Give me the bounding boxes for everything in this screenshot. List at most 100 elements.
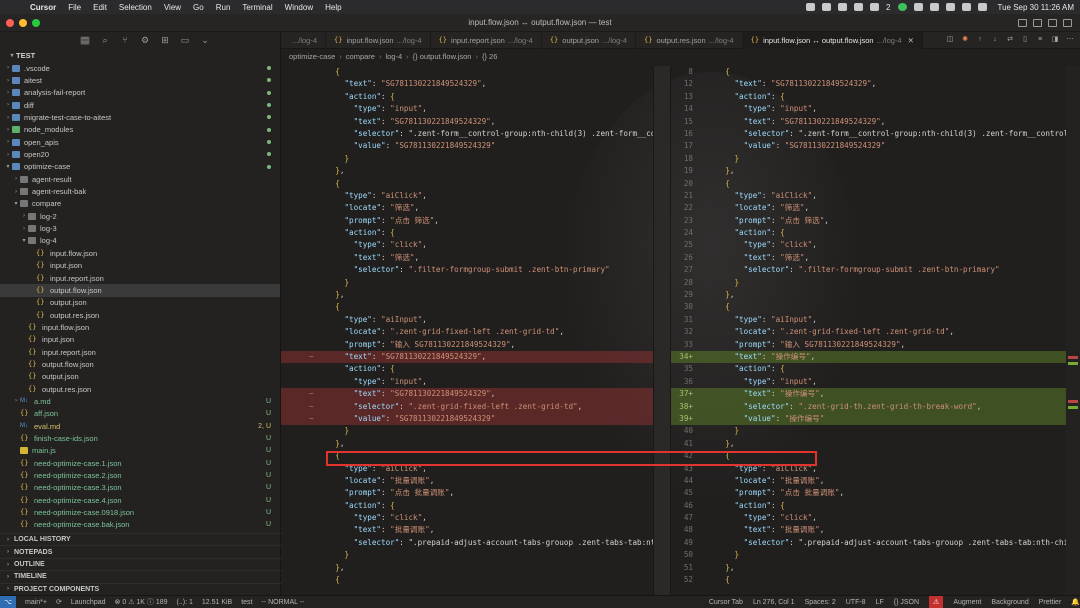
code-line[interactable]: },: [281, 289, 653, 301]
code-line[interactable]: "action": {: [281, 500, 653, 512]
tree-item[interactable]: {} output.res.json: [0, 383, 280, 395]
code-line[interactable]: 16 "selector": ".zent-form__control-grou…: [671, 128, 1080, 140]
swap-diff-icon[interactable]: ⇄: [1006, 36, 1014, 44]
tree-item[interactable]: {} aff.json U: [0, 408, 280, 420]
code-line[interactable]: }: [281, 277, 653, 289]
breadcrumb-item[interactable]: log-4: [385, 52, 402, 61]
code-line[interactable]: },: [281, 165, 653, 177]
tree-item[interactable]: › M↓ a.md U: [0, 395, 280, 407]
code-line[interactable]: 27 "selector": ".filter-formgroup-submit…: [671, 264, 1080, 276]
augment-status[interactable]: Augment: [953, 599, 981, 606]
tree-item[interactable]: › open20: [0, 148, 280, 160]
tree-item[interactable]: {} need-optimize-case.1.json U: [0, 457, 280, 469]
code-line[interactable]: },: [281, 562, 653, 574]
background-status[interactable]: Background: [991, 599, 1028, 606]
problems-count[interactable]: ⊗ 0 ⚠ 1K ⓘ 189: [115, 597, 168, 607]
tree-item[interactable]: main.js U: [0, 445, 280, 457]
tree-item[interactable]: {} output.json: [0, 297, 280, 309]
menu-file[interactable]: File: [68, 3, 81, 12]
tree-item[interactable]: › .vscode: [0, 62, 280, 74]
code-line[interactable]: 49 "selector": ".prepaid-adjust-account-…: [671, 537, 1080, 549]
close-tab-icon[interactable]: ✕: [908, 36, 914, 45]
editor-tab[interactable]: {} input.flow.json ↔ output.flow.json .../…: [742, 32, 923, 49]
code-line[interactable]: 52 {: [671, 574, 1080, 586]
code-line[interactable]: "selector": ".filter-formgroup-submit .z…: [281, 264, 653, 276]
tree-item[interactable]: › migrate-test-case-to-aitest: [0, 111, 280, 123]
explorer-files-icon[interactable]: ▤: [80, 35, 90, 45]
code-line[interactable]: "type": "aiClick",: [281, 190, 653, 202]
menu-view[interactable]: View: [164, 3, 181, 12]
code-line[interactable]: 29 },: [671, 289, 1080, 301]
launchpad-item[interactable]: Launchpad: [71, 599, 106, 606]
code-line[interactable]: "text": "SG781130221849524329",: [281, 116, 653, 128]
section-project-components[interactable]: › PROJECT COMPONENTS: [0, 582, 281, 595]
tree-item[interactable]: ▾ log-4: [0, 235, 280, 247]
code-line[interactable]: {: [281, 301, 653, 313]
code-line[interactable]: }: [281, 425, 653, 437]
code-line[interactable]: 50 }: [671, 549, 1080, 561]
diff-removed-line[interactable]: − "value": "SG781130221849524329": [281, 412, 653, 426]
tree-item[interactable]: {} input.json: [0, 260, 280, 272]
diff-removed-line[interactable]: − "text": "SG781130221849524329",: [281, 388, 653, 401]
tree-item[interactable]: › aitest: [0, 74, 280, 86]
wechat-icon[interactable]: [870, 3, 880, 11]
more-actions-icon[interactable]: ⋯: [1066, 36, 1074, 44]
open-changes-icon[interactable]: ◫: [946, 36, 954, 44]
code-line[interactable]: 8 {: [671, 66, 1080, 78]
tree-item[interactable]: {} need-optimize-case.2.json U: [0, 469, 280, 481]
breadcrumb-item[interactable]: compare: [346, 52, 375, 61]
code-line[interactable]: "action": {: [281, 91, 653, 103]
code-line[interactable]: 20 {: [671, 178, 1080, 190]
split-editor-icon[interactable]: ◨: [1051, 36, 1059, 44]
diff-added-line[interactable]: 34+ "text": "操作编号",: [671, 350, 1080, 364]
tree-item[interactable]: ▾ optimize-case: [0, 161, 280, 173]
diff-added-line[interactable]: 37+ "text": "操作编号",: [671, 388, 1080, 401]
mail-icon[interactable]: [806, 3, 816, 11]
code-line[interactable]: },: [281, 438, 653, 450]
code-line[interactable]: 13 "action": {: [671, 91, 1080, 103]
search-icon[interactable]: ⌕: [100, 35, 110, 45]
tree-item[interactable]: › node_modules: [0, 124, 280, 136]
diff-removed-line[interactable]: − "selector": ".zent-grid-fixed-left .ze…: [281, 400, 653, 413]
remote-icon[interactable]: ▭: [180, 35, 190, 45]
section-local-history[interactable]: › LOCAL HISTORY: [0, 533, 281, 545]
green-status-icon[interactable]: [897, 3, 907, 11]
next-change-icon[interactable]: ↓: [991, 36, 999, 44]
toggle-inline-diff-icon[interactable]: ▯: [1021, 36, 1029, 44]
menu-go[interactable]: Go: [193, 3, 204, 12]
code-line[interactable]: 18 }: [671, 153, 1080, 165]
diff-added-line[interactable]: 39+ "value": "操作编号": [671, 412, 1080, 426]
tree-item[interactable]: › open_apis: [0, 136, 280, 148]
code-line[interactable]: 26 "text": "筛选",: [671, 252, 1080, 264]
code-line[interactable]: }: [281, 153, 653, 165]
code-line[interactable]: "prompt": "点击 筛选",: [281, 215, 653, 227]
code-line[interactable]: 33 "prompt": "输入 SG781130221849524329",: [671, 339, 1080, 351]
collapse-unchanged-icon[interactable]: ≡: [1036, 36, 1044, 44]
tree-item[interactable]: {} need-optimize-case.bak.json U: [0, 519, 280, 531]
tree-item[interactable]: {} input.report.json: [0, 346, 280, 358]
menu-window[interactable]: Window: [285, 3, 313, 12]
editor-tab[interactable]: {} input.flow.json .../log-4: [326, 32, 431, 49]
tree-item[interactable]: {} input.json: [0, 334, 280, 346]
code-line[interactable]: "text": "SG781130221849524329",: [281, 78, 653, 90]
diff-added-line[interactable]: 38+ "selector": ".zent-grid-th.zent-grid…: [671, 400, 1080, 413]
tree-item[interactable]: {} need-optimize-case.4.json U: [0, 494, 280, 506]
diff-divider[interactable]: [653, 66, 671, 595]
code-line[interactable]: "selector": ".zent-form__control-group:n…: [281, 128, 653, 140]
editor-tab[interactable]: {} output.res.json .../log-4: [636, 32, 743, 49]
chevron-down-icon[interactable]: ⌄: [200, 35, 210, 45]
section-notepads[interactable]: › NOTEPADS: [0, 545, 281, 557]
code-line[interactable]: {: [281, 178, 653, 190]
code-line[interactable]: "type": "input",: [281, 376, 653, 388]
code-line[interactable]: "action": {: [281, 363, 653, 375]
code-line[interactable]: "prompt": "输入 SG781130221849524329",: [281, 339, 653, 351]
overview-ruler[interactable]: [1066, 66, 1080, 595]
end-of-line[interactable]: LF: [876, 599, 884, 606]
tree-item[interactable]: M↓ eval.md 2, U: [0, 420, 280, 432]
tree-item[interactable]: › log-3: [0, 222, 280, 234]
code-line[interactable]: 19 },: [671, 165, 1080, 177]
code-line[interactable]: "text": "批量调账",: [281, 524, 653, 536]
code-line[interactable]: 31 "type": "aiInput",: [671, 314, 1080, 326]
code-line[interactable]: {: [281, 574, 653, 586]
battery-icon[interactable]: [945, 3, 955, 11]
